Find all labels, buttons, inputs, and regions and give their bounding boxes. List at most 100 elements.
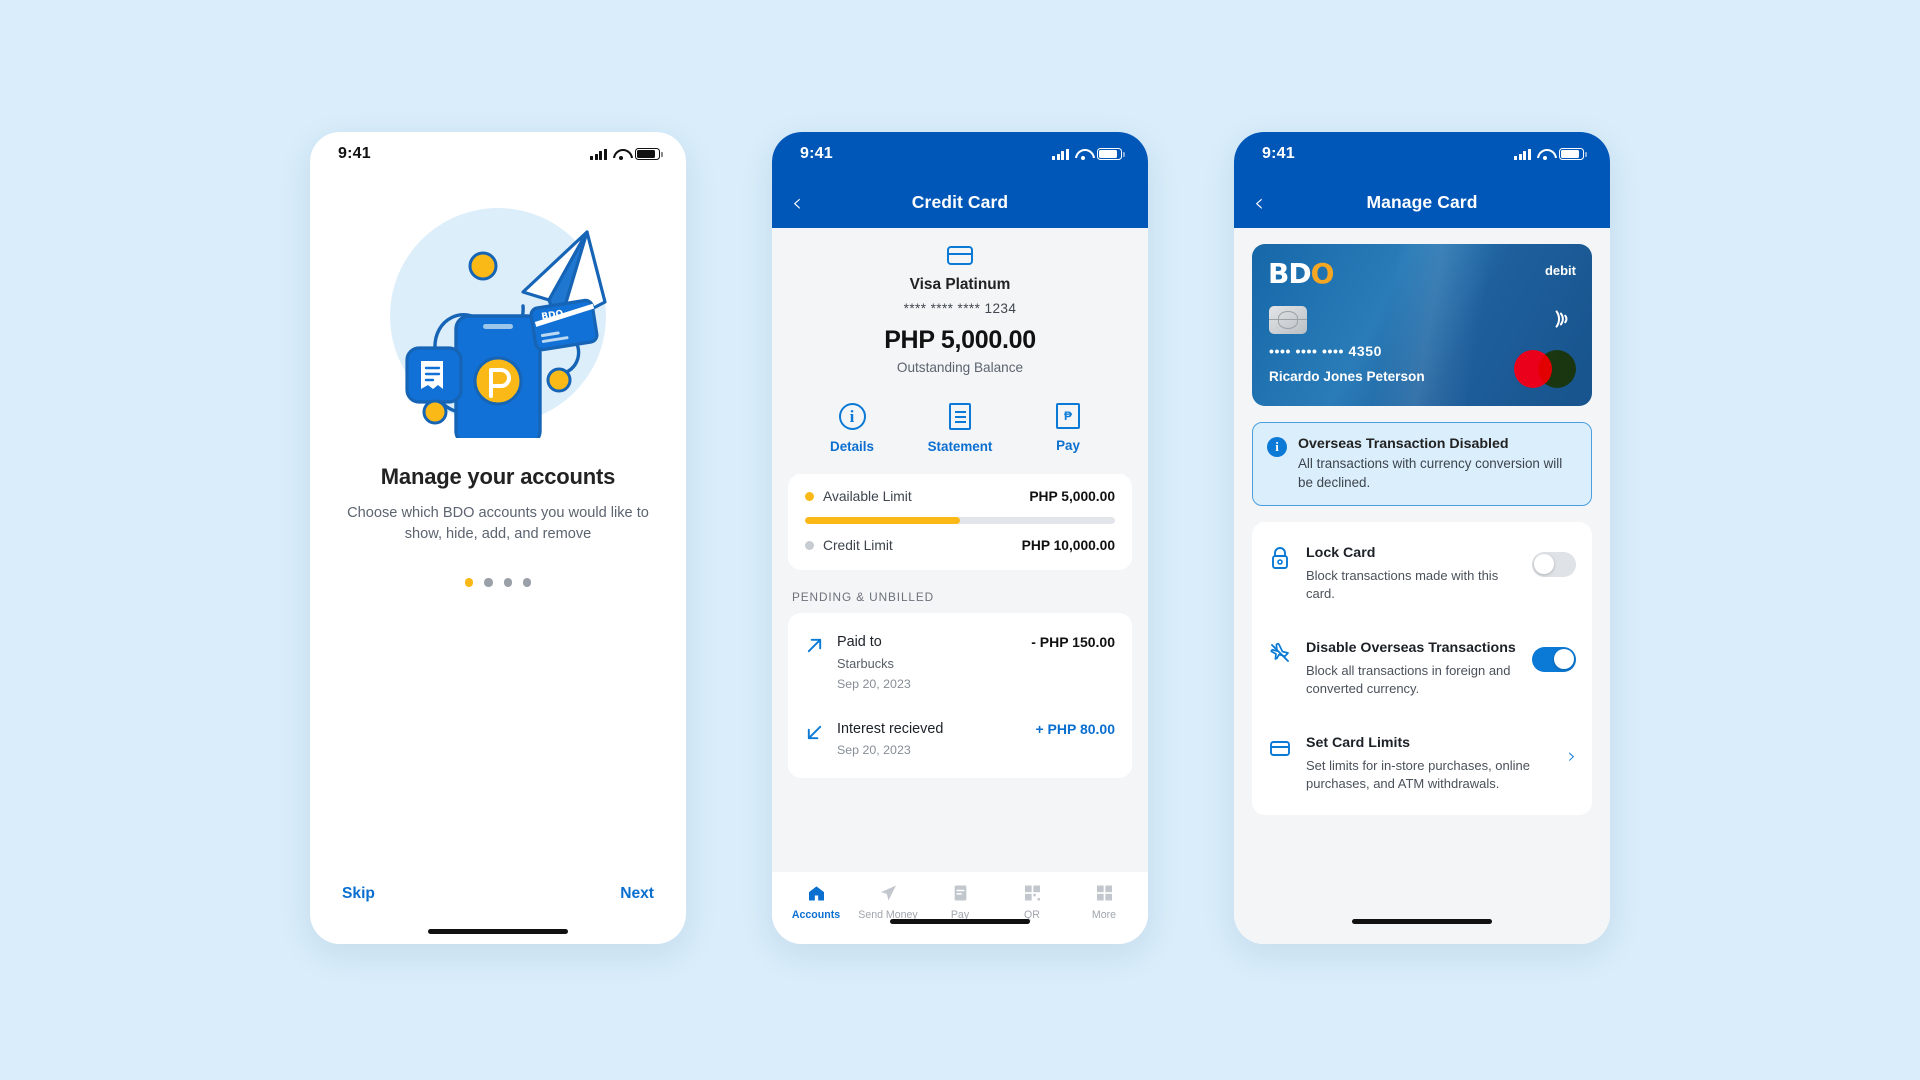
tab-label: Accounts bbox=[791, 909, 841, 921]
status-indicators bbox=[1052, 148, 1125, 161]
pay-button[interactable]: ₱ Pay bbox=[1031, 403, 1105, 454]
limit-progress-bar bbox=[805, 517, 1115, 524]
battery-icon bbox=[1559, 148, 1587, 160]
overseas-disabled-banner: i Overseas Transaction Disabled All tran… bbox=[1252, 422, 1592, 506]
setting-subtitle: Block all transactions in foreign and co… bbox=[1306, 663, 1511, 697]
credit-limit-row: Credit Limit PHP 10,000.00 bbox=[805, 538, 1115, 553]
setting-subtitle: Block transactions made with this card. bbox=[1306, 568, 1499, 602]
status-indicators bbox=[590, 148, 663, 161]
credit-card-content: Visa Platinum **** **** **** 1234 PHP 5,… bbox=[772, 228, 1148, 944]
disable-overseas-toggle[interactable] bbox=[1532, 647, 1576, 673]
paper-plane-icon bbox=[880, 885, 896, 901]
nav-bar: ‹ Credit Card bbox=[772, 176, 1148, 228]
cellular-signal-icon bbox=[1052, 148, 1069, 160]
available-limit-dot-icon bbox=[805, 492, 814, 501]
transaction-title: Interest recieved bbox=[837, 721, 944, 737]
pay-label: Pay bbox=[1056, 438, 1080, 453]
status-time: 9:41 bbox=[1262, 145, 1295, 162]
tab-accounts[interactable]: Accounts bbox=[780, 883, 852, 921]
status-time: 9:41 bbox=[800, 145, 833, 162]
arrow-in-icon bbox=[807, 725, 822, 740]
nav-title: Manage Card bbox=[1366, 191, 1478, 212]
arrow-out-icon bbox=[807, 638, 822, 653]
limits-card: Available Limit PHP 5,000.00 Credit Limi… bbox=[788, 474, 1132, 570]
pagination-dots bbox=[340, 578, 656, 587]
list-item-disable-overseas[interactable]: Disable Overseas Transactions Block all … bbox=[1268, 621, 1576, 716]
wifi-icon bbox=[1537, 148, 1553, 161]
transaction-date: Sep 20, 2023 bbox=[837, 677, 911, 691]
tab-more[interactable]: More bbox=[1068, 883, 1140, 921]
chevron-right-icon[interactable]: › bbox=[1568, 744, 1576, 768]
details-label: Details bbox=[830, 439, 874, 454]
section-title-pending: PENDING & UNBILLED bbox=[792, 590, 935, 604]
phone-credit-card: 9:41 ‹ Credit Card Visa Platinum **** **… bbox=[772, 132, 1148, 944]
home-icon bbox=[808, 886, 824, 901]
next-button[interactable]: Next bbox=[620, 885, 654, 903]
wifi-icon bbox=[1075, 148, 1091, 161]
home-indicator bbox=[1352, 919, 1492, 924]
skip-button[interactable]: Skip bbox=[342, 885, 375, 903]
info-circle-icon: i bbox=[1267, 437, 1287, 457]
status-bar: 9:41 bbox=[772, 132, 1148, 176]
transaction-amount: + PHP 80.00 bbox=[1035, 721, 1115, 737]
card-settings-list: Lock Card Block transactions made with t… bbox=[1252, 522, 1592, 816]
tab-send-money[interactable]: Send Money bbox=[852, 883, 924, 921]
bdo-logo: BDO bbox=[1268, 257, 1334, 290]
details-button[interactable]: i Details bbox=[815, 403, 889, 454]
setting-title: Set Card Limits bbox=[1306, 735, 1411, 752]
back-chevron-left-icon[interactable]: ‹ bbox=[792, 190, 818, 215]
cellular-signal-icon bbox=[1514, 148, 1531, 160]
battery-icon bbox=[635, 148, 663, 160]
table-row[interactable]: Paid to Starbucks Sep 20, 2023 - PHP 150… bbox=[805, 619, 1115, 706]
card-limit-icon bbox=[1270, 741, 1290, 757]
airplane-off-icon bbox=[1270, 643, 1289, 662]
onboarding-body: BDO Manage your accounts Choose which BD… bbox=[310, 176, 686, 944]
outstanding-label: Outstanding Balance bbox=[896, 360, 1024, 375]
banner-text: All transactions with currency conversio… bbox=[1298, 456, 1563, 490]
pagination-dot-1[interactable] bbox=[464, 578, 474, 587]
transaction-title: Paid to bbox=[837, 634, 882, 650]
phone-manage-card: 9:41 ‹ Manage Card BDO debit •••• •••• •… bbox=[1234, 132, 1610, 944]
tab-pay[interactable]: Pay bbox=[924, 883, 996, 921]
tab-label: More bbox=[1091, 909, 1117, 921]
pagination-dot-2[interactable] bbox=[484, 578, 493, 587]
bank-card[interactable]: BDO debit •••• •••• •••• 4350 Ricardo Jo… bbox=[1252, 244, 1592, 406]
credit-limit-dot-icon bbox=[805, 541, 814, 550]
transaction-merchant: Starbucks bbox=[837, 656, 894, 671]
chip-icon bbox=[1269, 306, 1307, 334]
back-chevron-left-icon[interactable]: ‹ bbox=[1254, 190, 1280, 215]
pagination-dot-4[interactable] bbox=[522, 578, 532, 587]
pagination-dot-3[interactable] bbox=[503, 578, 512, 587]
bill-icon bbox=[954, 885, 966, 901]
card-holder-name: Ricardo Jones Peterson bbox=[1269, 369, 1425, 384]
available-limit-row: Available Limit PHP 5,000.00 bbox=[805, 489, 1115, 504]
tab-qr[interactable]: QR bbox=[996, 883, 1068, 921]
onboarding-illustration: BDO bbox=[310, 176, 686, 438]
banner-title: Overseas Transaction Disabled bbox=[1298, 436, 1509, 452]
transactions-list: Paid to Starbucks Sep 20, 2023 - PHP 150… bbox=[788, 613, 1132, 778]
transaction-date: Sep 20, 2023 bbox=[837, 743, 911, 757]
list-item-lock-card[interactable]: Lock Card Block transactions made with t… bbox=[1268, 526, 1576, 621]
lock-card-toggle[interactable] bbox=[1532, 552, 1576, 577]
credit-limit-label: Credit Limit bbox=[823, 538, 893, 553]
mastercard-icon bbox=[1514, 350, 1576, 388]
status-bar: 9:41 bbox=[1234, 132, 1610, 176]
info-icon: i bbox=[838, 403, 866, 430]
lock-icon bbox=[1272, 547, 1288, 569]
card-actions: i Details Statement ₱ Pay bbox=[772, 389, 1148, 474]
nav-title: Credit Card bbox=[911, 191, 1009, 212]
card-masked-number: **** **** **** 1234 bbox=[903, 301, 1017, 316]
table-row[interactable]: Interest recieved Sep 20, 2023 + PHP 80.… bbox=[805, 706, 1115, 772]
manage-card-content: BDO debit •••• •••• •••• 4350 Ricardo Jo… bbox=[1234, 228, 1610, 944]
credit-limit-value: PHP 10,000.00 bbox=[1021, 538, 1115, 553]
list-item-set-card-limits[interactable]: Set Card Limits Set limits for in-store … bbox=[1268, 716, 1576, 811]
status-bar: 9:41 bbox=[310, 132, 686, 176]
grid-icon bbox=[1096, 885, 1112, 901]
outstanding-amount: PHP 5,000.00 bbox=[884, 326, 1036, 354]
page-title: Manage your accounts bbox=[380, 464, 616, 489]
document-icon bbox=[949, 403, 971, 430]
card-masked-number: •••• •••• •••• 4350 bbox=[1269, 343, 1383, 359]
statement-button[interactable]: Statement bbox=[923, 403, 997, 454]
home-indicator bbox=[428, 929, 568, 934]
bottom-tab-bar: Accounts Send Money Pay QR More bbox=[772, 872, 1148, 944]
